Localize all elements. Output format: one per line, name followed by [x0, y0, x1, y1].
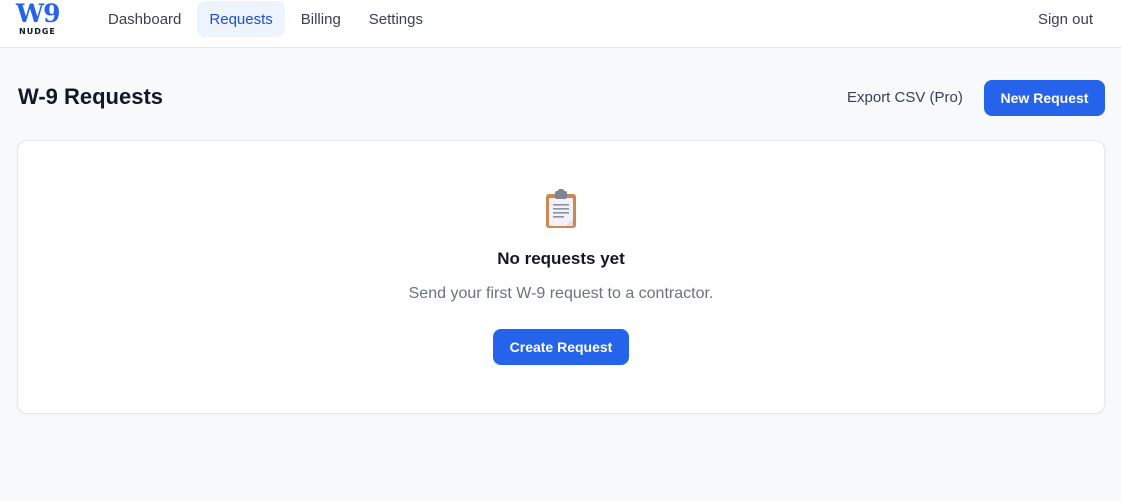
main-nav: Dashboard Requests Billing Settings [96, 1, 435, 37]
logo-mark: W9 [16, 0, 60, 28]
nav-item-dashboard[interactable]: Dashboard [96, 1, 193, 37]
nav-item-billing[interactable]: Billing [289, 1, 353, 37]
top-navigation-bar: W9 NUDGE Dashboard Requests Billing Sett… [0, 0, 1121, 48]
logo-wordmark: NUDGE [19, 27, 56, 36]
brand-logo[interactable]: W9 NUDGE [16, 0, 66, 38]
empty-state-card: No requests yet Send your first W-9 requ… [17, 140, 1105, 414]
new-request-button[interactable]: New Request [984, 80, 1105, 116]
create-request-button[interactable]: Create Request [493, 329, 629, 365]
export-csv-link[interactable]: Export CSV (Pro) [847, 89, 963, 106]
page-title: W-9 Requests [18, 84, 164, 109]
nav-item-settings[interactable]: Settings [357, 1, 435, 37]
nav-item-requests[interactable]: Requests [197, 1, 285, 37]
sign-out-link[interactable]: Sign out [1038, 1, 1093, 37]
clipboard-icon [544, 189, 578, 229]
empty-state-title: No requests yet [497, 249, 625, 268]
empty-state-subtitle: Send your first W-9 request to a contrac… [408, 285, 714, 302]
